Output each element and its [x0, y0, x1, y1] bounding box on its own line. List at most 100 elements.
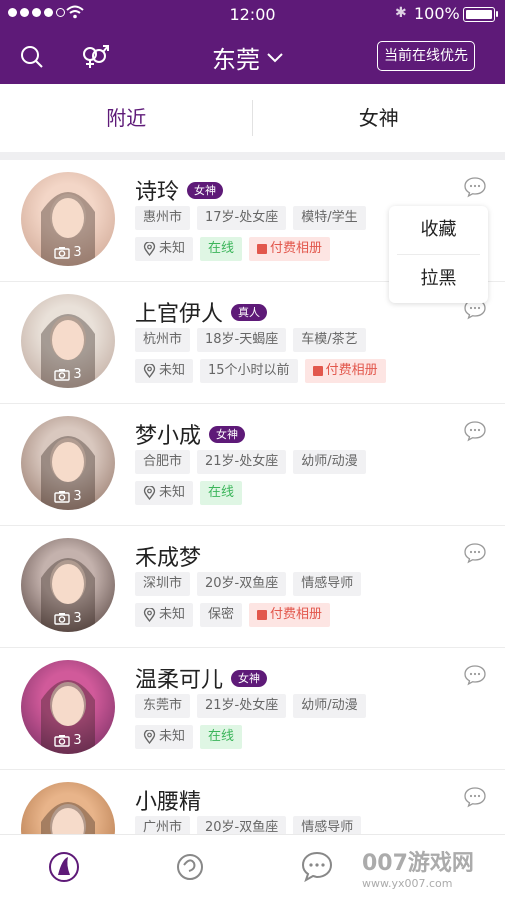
paid-album-tag[interactable]: 付费相册: [305, 359, 386, 383]
camera-icon: [54, 612, 70, 625]
status-tags: 未知在线付费相册: [135, 237, 330, 261]
user-name: 上官伊人: [135, 296, 223, 328]
location-tag: 未知: [135, 359, 193, 383]
profile-tags: 广州市20岁-双鱼座情感导师: [135, 816, 361, 834]
status-tag: 在线: [200, 725, 242, 749]
discover-tab-icon[interactable]: [174, 849, 206, 883]
photo-count-number: 3: [73, 245, 81, 260]
search-icon[interactable]: [20, 45, 44, 69]
tab-nearby[interactable]: 附近: [0, 84, 253, 152]
profile-tag: 广州市: [135, 816, 190, 834]
city-name: 东莞: [212, 40, 260, 75]
battery-percent: 100%: [414, 4, 460, 23]
paid-album-tag[interactable]: 付费相册: [249, 237, 330, 261]
location-tag: 未知: [135, 237, 193, 261]
more-chat-icon[interactable]: [463, 664, 487, 686]
location-text: 未知: [159, 603, 185, 627]
user-row[interactable]: 3 禾成梦深圳市 20岁-双鱼座情感导师未知保密付费相册: [0, 526, 505, 648]
photo-count: 3: [21, 489, 115, 504]
segment-tabs: 附近 女神: [0, 84, 505, 152]
avatar[interactable]: [21, 782, 115, 834]
name-line: 禾成梦: [135, 540, 201, 572]
paid-album-tag[interactable]: 付费相册: [249, 603, 330, 627]
profile-tag: 21岁-处女座: [197, 694, 286, 718]
paid-album-label: 付费相册: [270, 237, 322, 261]
location-text: 未知: [159, 359, 185, 383]
user-name: 小腰精: [135, 784, 201, 816]
album-icon: [313, 366, 323, 376]
user-row[interactable]: 小腰精广州市20岁-双鱼座情感导师: [0, 770, 505, 834]
more-chat-icon[interactable]: [463, 176, 487, 198]
identity-badge: 真人: [231, 304, 267, 321]
avatar[interactable]: 3: [21, 660, 115, 754]
profile-tags: 深圳市 20岁-双鱼座情感导师: [135, 572, 361, 596]
city-selector[interactable]: 东莞: [212, 40, 284, 75]
status-tags: 未知保密付费相册: [135, 603, 330, 627]
avatar[interactable]: 3: [21, 172, 115, 266]
profile-tag: 情感导师: [293, 816, 361, 834]
name-line: 温柔可儿女神: [135, 662, 267, 694]
user-row[interactable]: 3梦小成女神合肥市21岁-处女座幼师/动漫未知在线: [0, 404, 505, 526]
section-gap: [0, 152, 505, 160]
name-line: 诗玲女神: [135, 174, 223, 206]
avatar[interactable]: 3: [21, 538, 115, 632]
battery-icon: [463, 7, 495, 22]
album-icon: [257, 244, 267, 254]
more-chat-icon[interactable]: [463, 542, 487, 564]
block-menu-item[interactable]: 拉黑: [389, 255, 488, 303]
location-pin-icon: [143, 486, 156, 500]
location-tag: 未知: [135, 481, 193, 505]
photo-count: 3: [21, 245, 115, 260]
photo-count-number: 3: [73, 489, 81, 504]
avatar[interactable]: 3: [21, 416, 115, 510]
camera-icon: [54, 368, 70, 381]
message-tab-icon[interactable]: [300, 849, 334, 883]
profile-tag: 东莞市: [135, 694, 190, 718]
watermark-url: www.yx007.com: [362, 877, 502, 890]
photo-count-number: 3: [73, 733, 81, 748]
home-tab-icon[interactable]: [46, 849, 82, 885]
identity-badge: 女神: [231, 670, 267, 687]
favorite-menu-item[interactable]: 收藏: [389, 206, 488, 254]
tab-goddess[interactable]: 女神: [253, 84, 505, 152]
paid-album-label: 付费相册: [326, 359, 378, 383]
more-popup-menu: 收藏 拉黑: [389, 206, 488, 303]
location-pin-icon: [143, 242, 156, 256]
photo-count-number: 3: [73, 367, 81, 382]
avatar-photo: [21, 782, 115, 834]
more-chat-icon[interactable]: [463, 420, 487, 442]
watermark-brand: 007游戏网: [362, 851, 474, 876]
chevron-down-icon: [266, 52, 284, 64]
status-bar: 12:00 ✱ 100%: [0, 0, 505, 28]
status-tags: 未知在线: [135, 481, 242, 505]
status-tags: 未知在线: [135, 725, 242, 749]
profile-tag: 杭州市: [135, 328, 190, 352]
name-line: 小腰精: [135, 784, 201, 816]
photo-count: 3: [21, 611, 115, 626]
online-first-button[interactable]: 当前在线优先: [377, 41, 475, 71]
location-text: 未知: [159, 725, 185, 749]
profile-tag: 幼师/动漫: [293, 694, 365, 718]
location-pin-icon: [143, 730, 156, 744]
gender-filter-icon[interactable]: [80, 42, 110, 70]
camera-icon: [54, 490, 70, 503]
profile-tags: 惠州市17岁-处女座模特/学生: [135, 206, 366, 230]
location-pin-icon: [143, 364, 156, 378]
profile-tag: 惠州市: [135, 206, 190, 230]
location-pin-icon: [143, 608, 156, 622]
more-chat-icon[interactable]: [463, 786, 487, 808]
name-line: 梦小成女神: [135, 418, 245, 450]
profile-tag: 20岁-双鱼座: [197, 572, 286, 596]
avatar[interactable]: 3: [21, 294, 115, 388]
location-text: 未知: [159, 237, 185, 261]
profile-tag: 情感导师: [293, 572, 361, 596]
profile-tag: 深圳市: [135, 572, 190, 596]
user-row[interactable]: 3 温柔可儿女神东莞市 21岁-处女座幼师/动漫未知在线: [0, 648, 505, 770]
status-tag: 在线: [200, 481, 242, 505]
user-name: 禾成梦: [135, 540, 201, 572]
user-name: 梦小成: [135, 418, 201, 450]
paid-album-label: 付费相册: [270, 603, 322, 627]
profile-tags: 杭州市18岁-天蝎座车模/茶艺: [135, 328, 366, 352]
photo-count: 3: [21, 733, 115, 748]
location-tag: 未知: [135, 725, 193, 749]
